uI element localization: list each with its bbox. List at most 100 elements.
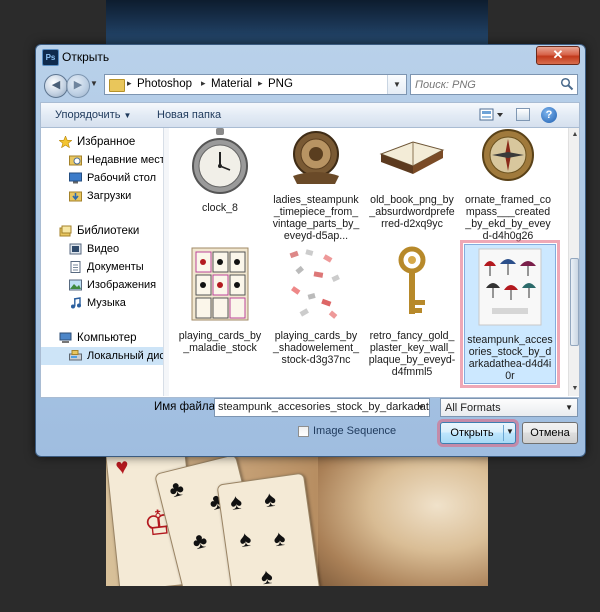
file-item-steampunk-accesories[interactable]: steampunk_accesories_stock_by_darkadathe…	[460, 240, 560, 388]
nav-downloads-label: Загрузки	[87, 190, 132, 202]
nav-computer[interactable]: Компьютер	[41, 329, 163, 347]
nav-libraries-label: Библиотеки	[77, 225, 140, 237]
help-button[interactable]: ?	[541, 107, 557, 123]
address-history-dropdown[interactable]: ▼	[387, 75, 406, 94]
chevron-right-icon[interactable]: ▸	[258, 78, 263, 89]
organize-button[interactable]: Упорядочить ▼	[55, 109, 131, 121]
file-name: steampunk_accesories_stock_by_darkadathe…	[467, 334, 553, 382]
downloads-icon	[69, 191, 82, 202]
command-toolbar: Упорядочить ▼ Новая папка ?	[40, 102, 580, 128]
nav-documents[interactable]: Документы	[41, 258, 163, 276]
file-item-old-book[interactable]: old_book_png_by_absurdwordpreferred-d2xq…	[366, 128, 458, 230]
file-format-value: All Formats	[445, 402, 501, 414]
chevron-down-icon[interactable]: ▼	[413, 399, 429, 416]
chevron-down-icon[interactable]: ▼	[506, 427, 514, 436]
search-box[interactable]	[410, 74, 578, 95]
nav-desktop[interactable]: Рабочий стол	[41, 169, 163, 187]
preview-pane-button[interactable]	[516, 108, 530, 121]
nav-pictures-label: Изображения	[87, 279, 157, 291]
recent-places-icon	[69, 155, 82, 166]
nav-computer-label: Компьютер	[77, 332, 137, 344]
vertical-scrollbar[interactable]: ▲ ▼	[568, 128, 579, 396]
title-bar[interactable]: Ps Открыть ✕	[36, 45, 585, 69]
steampunk-timepiece-thumbnail	[293, 131, 339, 184]
scroll-down-icon[interactable]: ▼	[569, 382, 579, 396]
nav-favorites[interactable]: Избранное	[41, 133, 163, 151]
gold-key-thumbnail	[398, 246, 426, 314]
change-view-icon[interactable]	[479, 108, 505, 122]
file-name: ornate_framed_compass___created_by_ekd_b…	[465, 194, 551, 242]
canvas-cloud	[318, 452, 488, 586]
search-input[interactable]	[415, 77, 555, 92]
nav-local-disk[interactable]: Локальный диск	[41, 347, 163, 365]
nav-favorites-label: Избранное	[77, 136, 136, 148]
umbrellas-sheet-thumbnail	[478, 248, 542, 326]
file-item-ornate-compass[interactable]: ornate_framed_compass___created_by_ekd_b…	[462, 128, 554, 242]
nav-local-disk-label: Локальный диск	[87, 350, 163, 362]
image-sequence-label[interactable]: Image Sequence	[313, 425, 396, 437]
search-icon[interactable]	[560, 77, 574, 91]
file-name: playing_cards_by_shadowelement_stock-d3g…	[273, 330, 359, 366]
documents-icon	[70, 261, 81, 273]
local-disk-icon	[69, 350, 82, 361]
photoshop-icon: Ps	[42, 49, 59, 66]
nav-music[interactable]: Музыка	[41, 294, 163, 312]
nav-recent-places-label: Недавние места	[87, 154, 163, 166]
nav-recent-places[interactable]: Недавние места	[41, 151, 163, 169]
file-name: clock_8	[202, 202, 238, 214]
breadcrumb-photoshop[interactable]: Photoshop	[137, 78, 192, 90]
ornate-compass-thumbnail	[482, 129, 534, 181]
chevron-right-icon[interactable]: ▸	[127, 78, 132, 89]
forward-button[interactable]: ▶	[66, 74, 90, 98]
pictures-icon	[69, 279, 82, 291]
chevron-down-icon: ▼	[565, 403, 573, 412]
back-arrow-icon: ◀	[51, 79, 61, 91]
new-folder-button[interactable]: Новая папка	[157, 109, 221, 121]
open-file-dialog: Ps Открыть ✕ ◀ ▶ ▼ ▸ Photoshop ▸ Materia…	[35, 44, 586, 457]
cancel-button[interactable]: Отмена	[522, 422, 578, 444]
open-button[interactable]: Открыть ▼	[437, 419, 519, 447]
file-item-clock-8[interactable]: clock_8	[174, 128, 266, 214]
folder-icon	[109, 79, 125, 92]
nav-video[interactable]: Видео	[41, 240, 163, 258]
file-name: playing_cards_by_maladie_stock	[178, 330, 262, 354]
desktop-icon	[69, 172, 82, 184]
nav-video-label: Видео	[87, 243, 120, 255]
old-book-thumbnail	[379, 141, 445, 174]
libraries-icon	[59, 225, 72, 237]
file-name-label: Имя файла:	[154, 401, 219, 413]
forward-arrow-icon: ▶	[73, 79, 83, 91]
breadcrumb-png[interactable]: PNG	[268, 78, 293, 90]
breadcrumb-material[interactable]: Material	[211, 78, 252, 90]
content-area: Избранное Недавние места Рабочий стол За…	[40, 128, 580, 398]
nav-pictures[interactable]: Изображения	[41, 276, 163, 294]
file-name: ladies_steampunk_timepiece_from_vintage_…	[272, 194, 360, 242]
file-format-select[interactable]: All Formats ▼	[440, 398, 578, 417]
scattered-cards-thumbnail	[289, 249, 340, 319]
file-item-steampunk-timepiece[interactable]: ladies_steampunk_timepiece_from_vintage_…	[270, 128, 362, 242]
recent-locations-dropdown[interactable]: ▼	[90, 79, 98, 88]
nav-downloads[interactable]: Загрузки	[41, 187, 163, 205]
pocket-watch-thumbnail	[192, 128, 248, 194]
button-divider	[503, 425, 504, 441]
address-bar[interactable]: ▸ Photoshop ▸ Material ▸ PNG ▼	[104, 74, 407, 95]
file-list: clock_8 ladies_steampunk_timepiece_from_…	[169, 128, 567, 396]
computer-icon	[59, 332, 72, 343]
nav-music-label: Музыка	[87, 297, 126, 309]
image-sequence-checkbox[interactable]	[298, 426, 309, 437]
canvas-bottom-image: ♥ ♔ ♣ ♣ ♣ ♠ ♠ ♠ ♠ ♠	[106, 452, 488, 586]
file-name: old_book_png_by_absurdwordpreferred-d2xq…	[369, 194, 455, 230]
nav-desktop-label: Рабочий стол	[87, 172, 157, 184]
file-item-playing-cards-maladie[interactable]: playing_cards_by_maladie_stock	[174, 246, 266, 354]
chevron-right-icon[interactable]: ▸	[201, 78, 206, 89]
nav-libraries[interactable]: Библиотеки	[41, 222, 163, 240]
video-icon	[69, 243, 82, 255]
scroll-thumb[interactable]	[570, 258, 579, 346]
back-button[interactable]: ◀	[44, 74, 68, 98]
file-name-input[interactable]: steampunk_accesories_stock_by_darkadathe…	[214, 398, 430, 417]
close-button[interactable]: ✕	[536, 46, 580, 65]
scroll-up-icon[interactable]: ▲	[569, 128, 579, 142]
file-item-playing-cards-shadowelement[interactable]: playing_cards_by_shadowelement_stock-d3g…	[270, 246, 362, 366]
file-item-gold-key[interactable]: retro_fancy_gold_plaster_key_wall_plaque…	[366, 246, 458, 378]
playing-cards-thumbnail	[191, 247, 249, 321]
